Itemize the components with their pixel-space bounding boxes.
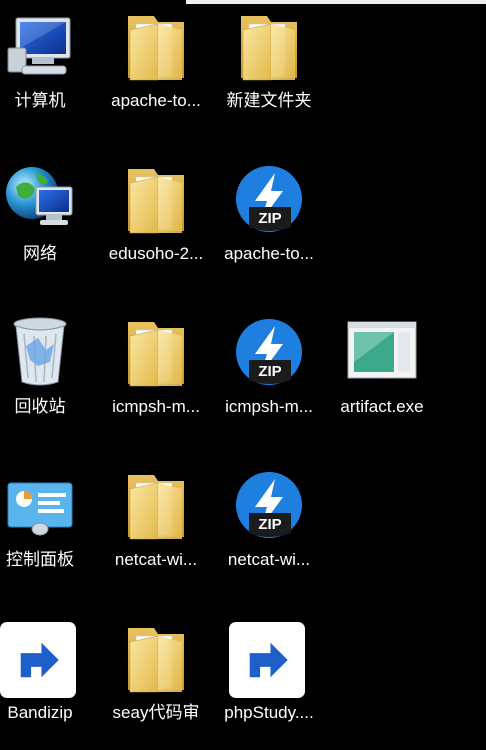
desktop-icon-new-folder[interactable]: 新建文件夹: [215, 8, 323, 138]
icon-label: icmpsh-m...: [112, 397, 200, 416]
folder-icon: [231, 8, 307, 84]
shortcut-arrow-icon: [0, 622, 76, 698]
folder-icon: [118, 161, 194, 237]
icon-label: netcat-wi...: [227, 550, 311, 569]
icon-label: 回收站: [14, 397, 66, 416]
desktop-icon-zip-icmpsh[interactable]: icmpsh-m...: [215, 314, 323, 444]
computer-icon: [2, 8, 78, 84]
desktop-icon-control-panel[interactable]: 控制面板: [0, 467, 94, 597]
desktop-icon-folder-netcat[interactable]: netcat-wi...: [102, 467, 210, 597]
shortcut-arrow-icon: [229, 622, 305, 698]
desktop-icon-bandizip[interactable]: Bandizip: [0, 620, 94, 750]
phpstudy-icon: [229, 620, 307, 698]
icon-label: Bandizip: [7, 703, 73, 722]
network-globe-icon: [2, 161, 78, 237]
icon-label: apache-to...: [111, 91, 201, 110]
desktop-icon-zip-netcat[interactable]: netcat-wi...: [215, 467, 323, 597]
bandizip-zip-icon: [231, 161, 307, 237]
icon-label: netcat-wi...: [114, 550, 198, 569]
desktop-icon-phpstudy[interactable]: phpStudy....: [215, 620, 323, 750]
icon-label: 控制面板: [6, 550, 74, 569]
icon-label: icmpsh-m...: [225, 397, 313, 416]
folder-icon: [118, 620, 194, 696]
desktop-icon-recycle-bin[interactable]: 回收站: [0, 314, 94, 444]
bandizip-icon: [0, 620, 78, 698]
icon-label: 计算机: [14, 91, 66, 110]
desktop-icon-artifact-exe[interactable]: artifact.exe: [328, 314, 436, 444]
folder-icon: [118, 314, 194, 390]
desktop-icon-zip-apache[interactable]: apache-to...: [215, 161, 323, 291]
desktop-icon-folder-apache[interactable]: apache-to...: [102, 8, 210, 138]
icon-label: seay代码审: [112, 703, 200, 722]
desktop-icon-computer[interactable]: 计算机: [0, 8, 94, 138]
folder-icon: [118, 467, 194, 543]
window-edge: [186, 0, 486, 4]
application-window-icon: [344, 314, 420, 390]
control-panel-icon: [2, 467, 78, 543]
recycle-bin-icon: [2, 314, 78, 390]
bandizip-zip-icon: [231, 314, 307, 390]
bandizip-zip-icon: [231, 467, 307, 543]
desktop-icon-folder-icmpsh[interactable]: icmpsh-m...: [102, 314, 210, 444]
desktop-icon-folder-seay[interactable]: seay代码审: [102, 620, 210, 750]
desktop-icon-folder-edusoho[interactable]: edusoho-2...: [102, 161, 210, 291]
folder-icon: [118, 8, 194, 84]
icon-label: 新建文件夹: [226, 91, 312, 110]
icon-label: phpStudy....: [224, 703, 314, 722]
icon-label: artifact.exe: [340, 397, 424, 416]
icon-label: 网络: [23, 244, 57, 263]
icon-label: apache-to...: [224, 244, 314, 263]
icon-label: edusoho-2...: [108, 244, 204, 263]
desktop-icon-network[interactable]: 网络: [0, 161, 94, 291]
